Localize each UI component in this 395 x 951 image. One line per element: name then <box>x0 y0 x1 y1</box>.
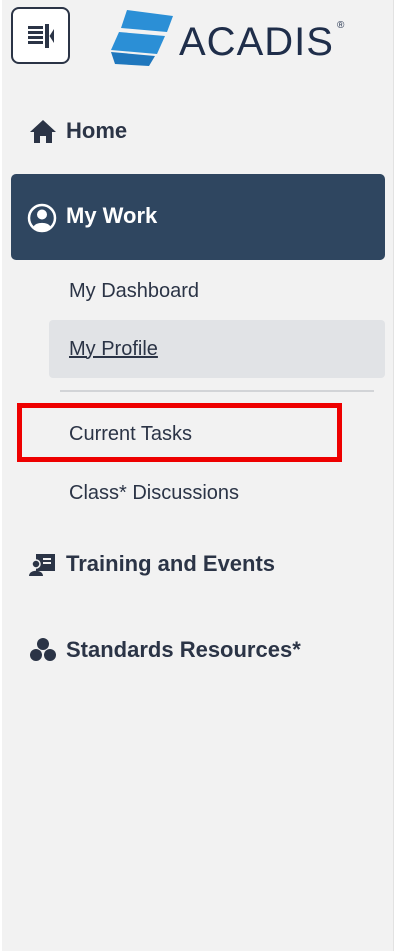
acadis-logo-mark-icon <box>111 10 173 66</box>
divider <box>60 390 374 392</box>
cubes-icon <box>30 638 56 661</box>
nav-item-home[interactable]: Home <box>2 101 394 161</box>
nav-item-standards-resources[interactable]: Standards Resources* <box>2 620 394 680</box>
nav-item-training-and-events[interactable]: Training and Events <box>2 534 394 594</box>
acadis-logo: ACADIS ® <box>109 8 359 68</box>
subnav-item-class-discussions[interactable]: Class* Discussions <box>49 464 385 522</box>
nav-item-label: Home <box>66 118 128 143</box>
sidebar-header: ACADIS ® <box>2 0 394 75</box>
nav-item-label: My Work <box>66 203 158 228</box>
collapse-sidebar-icon <box>28 24 54 48</box>
highlight-box <box>17 403 342 462</box>
subnav-item-my-dashboard[interactable]: My Dashboard <box>49 262 385 320</box>
subnav-item-label: Class* Discussions <box>69 481 240 504</box>
presentation-icon <box>29 554 55 576</box>
collapse-sidebar-button[interactable] <box>11 7 70 64</box>
registered-mark: ® <box>337 20 345 31</box>
user-circle-icon <box>27 203 57 233</box>
house-icon <box>30 120 56 143</box>
subnav-item-label: My Profile <box>69 337 158 360</box>
nav-item-my-work[interactable]: My Work <box>11 174 385 260</box>
subnav-item-label: My Dashboard <box>69 279 200 302</box>
nav-item-label: Standards Resources* <box>66 637 301 662</box>
subnav-item-my-profile[interactable]: My Profile <box>49 320 385 378</box>
sidebar: ACADIS ® Home My Work My Dashboard My Pr… <box>2 0 394 951</box>
logo-text: ACADIS <box>179 20 334 64</box>
nav-item-label: Training and Events <box>66 551 276 576</box>
